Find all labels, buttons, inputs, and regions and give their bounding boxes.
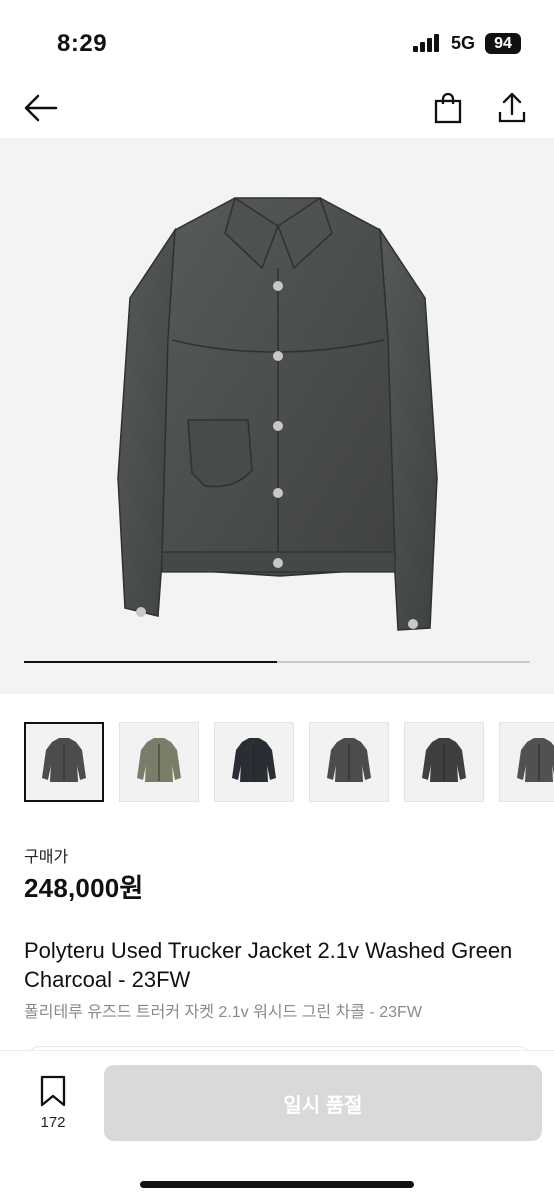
share-icon[interactable] [494,90,530,126]
product-title: Polyteru Used Trucker Jacket 2.1v Washed… [24,938,513,992]
home-indicator [140,1181,414,1188]
jacket-thumbnail-icon [232,738,276,782]
product-subtitle: 폴리테루 유즈드 트러커 자켓 2.1v 워시드 그린 차콜 - 23FW [24,1004,422,1021]
status-time: 8:29 [57,30,108,57]
sold-out-button[interactable]: 일시 품절 [104,1065,542,1141]
wishlist-button[interactable]: 172 [28,1075,78,1131]
gallery-progress [24,661,530,663]
product-image[interactable] [0,138,554,694]
jacket-image [117,196,438,631]
wishlist-count: 172 [40,1114,66,1131]
thumbnail-charcoal-jacket-2[interactable] [309,722,389,802]
jacket-thumbnail-icon [42,738,86,782]
battery-icon: 94 [485,33,521,54]
thumbnail-camo-jacket[interactable] [119,722,199,802]
bookmark-icon [40,1075,66,1107]
jacket-thumbnail-icon [422,738,466,782]
jacket-thumbnail-icon [137,738,181,782]
jacket-thumbnail-icon [517,738,554,782]
thumbnail-charcoal-jacket-4[interactable] [499,722,554,802]
bottom-bar: 172 일시 품절 [0,1050,554,1201]
thumbnail-charcoal-jacket[interactable] [24,722,104,802]
jacket-thumbnail-icon [327,738,371,782]
network-type: 5G [451,33,476,53]
back-arrow-icon[interactable] [23,90,59,126]
price: 248,000원 [24,873,144,903]
status-bar: 8:29 5G 94 [0,0,554,80]
signal-icon [413,34,443,52]
nav-header [0,80,554,138]
thumbnail-charcoal-jacket-3[interactable] [404,722,484,802]
price-label: 구매가 [24,849,69,866]
shopping-bag-icon[interactable] [430,90,466,126]
thumbnail-strip[interactable] [24,722,554,806]
gallery-progress-fill [24,661,277,663]
thumbnail-black-jacket[interactable] [214,722,294,802]
